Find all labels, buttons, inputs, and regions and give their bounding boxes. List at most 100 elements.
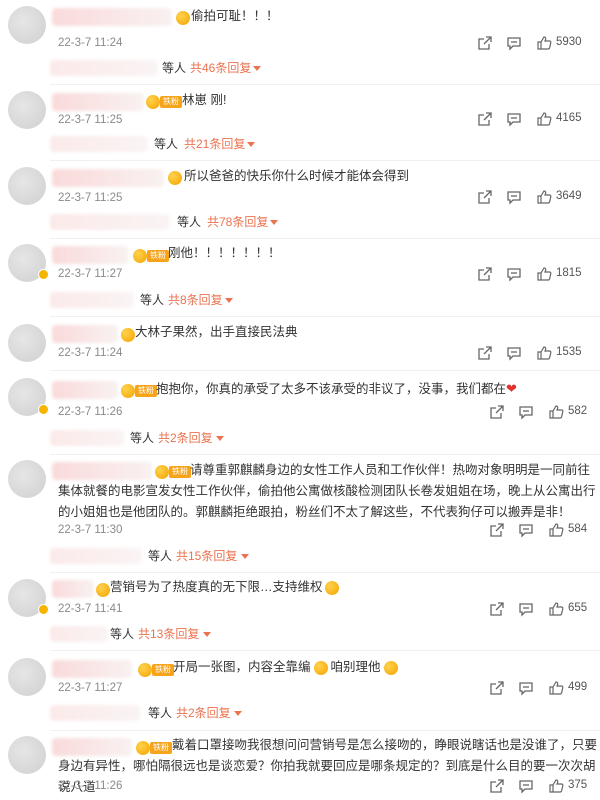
username-redacted[interactable] xyxy=(52,660,132,678)
reply-summary[interactable]: 等人 共13条回复 xyxy=(0,624,600,644)
username-redacted[interactable] xyxy=(52,8,172,26)
username-redacted[interactable] xyxy=(52,246,128,264)
thumbs-up-icon[interactable] xyxy=(536,35,552,51)
avatar[interactable] xyxy=(8,324,46,362)
replier-names-redacted xyxy=(50,430,124,446)
emoji-icon xyxy=(138,663,152,677)
divider xyxy=(50,316,600,317)
emoji-icon xyxy=(133,249,147,263)
emoji-icon xyxy=(121,328,135,342)
share-icon[interactable] xyxy=(489,778,505,794)
reply-count-link[interactable]: 共8条回复 xyxy=(168,291,223,308)
fan-badge: 铁粉 xyxy=(147,250,169,262)
replier-names-redacted xyxy=(50,214,170,230)
reply-count-link[interactable]: 共15条回复 xyxy=(176,547,237,564)
username-redacted[interactable] xyxy=(52,169,164,187)
thumbs-up-icon[interactable] xyxy=(548,601,564,617)
share-icon[interactable] xyxy=(489,601,505,617)
comment-icon[interactable] xyxy=(518,680,534,696)
comment-icon[interactable] xyxy=(506,345,522,361)
comment-icon[interactable] xyxy=(518,601,534,617)
comment-text: 林崽 刚! xyxy=(182,93,227,107)
avatar[interactable] xyxy=(8,167,46,205)
comment-text: 刚他！！！！！！！ xyxy=(168,246,281,260)
comment-actions: 655 xyxy=(400,601,600,619)
verified-badge-icon xyxy=(38,269,49,280)
thumbs-up-icon[interactable] xyxy=(548,404,564,420)
comment-text: 偷拍可耻！！！ xyxy=(191,9,279,23)
chevron-down-icon xyxy=(241,554,249,559)
share-icon[interactable] xyxy=(477,345,493,361)
avatar[interactable] xyxy=(8,658,46,696)
reply-count-link[interactable]: 共46条回复 xyxy=(190,59,251,76)
thumbs-up-icon[interactable] xyxy=(536,189,552,205)
reply-summary[interactable]: 等人 共2条回复 xyxy=(0,428,600,448)
comment-text: 所以爸爸的快乐你什么时候才能体会得到 xyxy=(184,169,410,183)
reply-summary[interactable]: 等人 共78条回复 xyxy=(0,212,600,232)
reply-summary[interactable]: 等人 共21条回复 xyxy=(0,134,600,154)
share-icon[interactable] xyxy=(477,189,493,205)
username-redacted[interactable] xyxy=(52,381,118,399)
comment-icon[interactable] xyxy=(518,778,534,794)
like-count: 3649 xyxy=(556,190,582,202)
thumbs-up-icon[interactable] xyxy=(536,266,552,282)
reply-suffix: 等人 xyxy=(154,137,179,151)
share-icon[interactable] xyxy=(477,266,493,282)
divider xyxy=(50,454,600,455)
avatar[interactable] xyxy=(8,6,46,44)
avatar[interactable] xyxy=(8,91,46,129)
like-count: 5930 xyxy=(556,36,582,48)
comment-date: 22-3-7 11:27 xyxy=(58,682,123,694)
chevron-down-icon xyxy=(203,632,211,637)
reply-count-link[interactable]: 共2条回复 xyxy=(176,704,231,721)
fan-badge: 铁粉 xyxy=(135,385,157,397)
reply-summary[interactable]: 等人 共15条回复 xyxy=(0,546,600,566)
divider xyxy=(50,730,600,731)
reply-summary[interactable]: 等人 共2条回复 xyxy=(0,703,600,723)
like-count: 582 xyxy=(568,405,588,417)
fan-badge: 铁粉 xyxy=(160,96,182,108)
comment-date: 22-3-7 11:25 xyxy=(58,192,123,204)
username-redacted[interactable] xyxy=(52,580,94,598)
share-icon[interactable] xyxy=(489,522,505,538)
share-icon[interactable] xyxy=(489,680,505,696)
thumbs-up-icon[interactable] xyxy=(548,680,564,696)
comment-date: 22-3-7 11:24 xyxy=(58,347,123,359)
comment-actions: 3649 xyxy=(400,189,600,207)
reply-summary[interactable]: 等人 共46条回复 xyxy=(0,58,600,78)
like-count: 584 xyxy=(568,523,588,535)
reply-count-link[interactable]: 共21条回复 xyxy=(184,135,245,152)
verified-badge-icon xyxy=(38,604,49,615)
divider xyxy=(50,160,600,161)
username-redacted[interactable] xyxy=(52,93,144,111)
divider xyxy=(50,650,600,651)
thumbs-up-icon[interactable] xyxy=(548,522,564,538)
chevron-down-icon xyxy=(216,436,224,441)
reply-count-link[interactable]: 共13条回复 xyxy=(138,625,199,642)
comment-icon[interactable] xyxy=(518,522,534,538)
share-icon[interactable] xyxy=(477,35,493,51)
avatar[interactable] xyxy=(8,736,46,774)
comment-icon[interactable] xyxy=(506,266,522,282)
comment-actions: 1535 xyxy=(400,345,600,363)
comment-icon[interactable] xyxy=(506,111,522,127)
reply-summary[interactable]: 等人 共8条回复 xyxy=(0,290,600,310)
share-icon[interactable] xyxy=(489,404,505,420)
verified-badge-icon xyxy=(38,404,49,415)
thumbs-up-icon[interactable] xyxy=(548,778,564,794)
chevron-down-icon xyxy=(247,142,255,147)
reply-count-link[interactable]: 共78条回复 xyxy=(207,213,268,230)
reply-count-link[interactable]: 共2条回复 xyxy=(158,429,213,446)
avatar[interactable] xyxy=(8,460,46,498)
thumbs-up-icon[interactable] xyxy=(536,345,552,361)
comment-icon[interactable] xyxy=(506,35,522,51)
comment-icon[interactable] xyxy=(518,404,534,420)
share-icon[interactable] xyxy=(477,111,493,127)
comment-icon[interactable] xyxy=(506,189,522,205)
divider xyxy=(50,370,600,371)
emoji-icon xyxy=(168,171,182,185)
username-redacted[interactable] xyxy=(52,325,118,343)
thumbs-up-icon[interactable] xyxy=(536,111,552,127)
emoji-icon xyxy=(324,580,339,595)
chevron-down-icon xyxy=(225,298,233,303)
